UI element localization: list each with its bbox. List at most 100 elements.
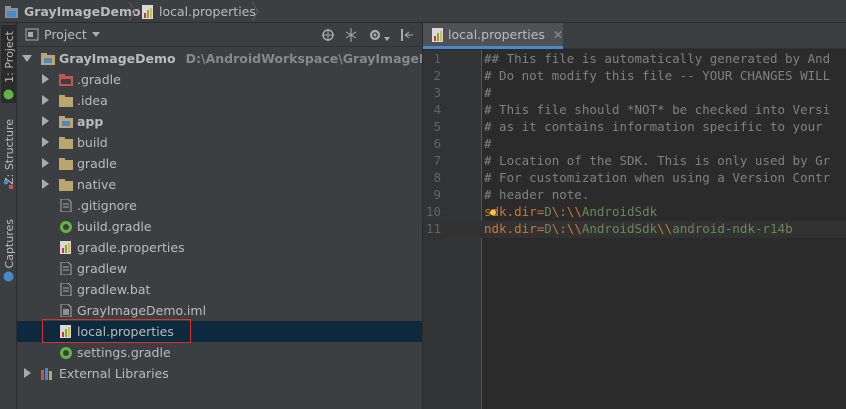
file-icon (60, 199, 72, 212)
tree-item[interactable]: settings.gradle (17, 342, 422, 363)
captures-icon (3, 271, 14, 282)
tree-item-label: build (77, 135, 108, 150)
annotation-highlight-box (42, 319, 191, 343)
line-number: 2 (433, 68, 441, 83)
tree-item[interactable]: .idea (17, 90, 422, 111)
tree-item[interactable]: build (17, 132, 422, 153)
view-selector-label: Project (44, 27, 87, 42)
breadcrumb-project[interactable]: GrayImageDemo (4, 3, 141, 20)
tab-captures[interactable]: Captures (1, 215, 16, 285)
tree-item-text: build (77, 135, 108, 150)
code-line[interactable]: 6 # (423, 136, 846, 153)
tree-item-text: External Libraries (59, 366, 169, 381)
tree-item-label: .gitignore (77, 198, 137, 213)
tree-item[interactable]: GrayImageDemo D:\AndroidWorkspace\GrayIma… (17, 48, 459, 69)
tree-item-path-hint: D:\AndroidWorkspace\GrayImageDemo (185, 51, 460, 66)
tree-item[interactable]: GrayImageDemo.iml (17, 300, 422, 321)
tab-captures-label: Captures (3, 219, 16, 269)
line-number: 1 (433, 51, 441, 66)
collapsed-arrow-icon[interactable] (42, 137, 49, 147)
line-number: 9 (433, 187, 441, 202)
code-token: # For customization when using a Version… (484, 170, 831, 185)
tree-item-text: .gradle (77, 72, 121, 87)
tree-item-label: native (77, 177, 116, 192)
tab-structure[interactable]: Z: Structure (1, 113, 16, 193)
tree-item-label: .idea (77, 93, 108, 108)
tree-item-text: settings.gradle (77, 345, 171, 360)
project-toolbar: Project (17, 23, 422, 47)
tree-item-label: settings.gradle (77, 345, 171, 360)
sync-scroll-icon[interactable] (321, 28, 335, 42)
code-token: D (544, 204, 552, 219)
line-number: 11 (425, 221, 441, 236)
collapsed-arrow-icon[interactable] (42, 74, 49, 84)
code-token: AndroidSdk (581, 204, 658, 219)
tree-item[interactable]: gradle (17, 153, 422, 174)
code-line[interactable]: 9 # header note. (423, 187, 846, 204)
gear-icon[interactable] (368, 28, 382, 42)
chevron-right-icon (128, 2, 136, 21)
close-icon[interactable]: ✕ (553, 28, 563, 42)
code-line[interactable]: 10 sdk.dir=D\:\\AndroidSdk (423, 204, 846, 221)
folder-icon (59, 137, 73, 149)
tab-project[interactable]: 1: Project (1, 25, 16, 103)
tree-item-label: app (77, 114, 103, 129)
code-token: # This file should *NOT* be checked into… (484, 102, 831, 117)
tree-item[interactable]: gradlew (17, 258, 422, 279)
code-line[interactable]: 5 # as it contains information specific t… (423, 119, 846, 136)
excluded-folder-icon (59, 74, 73, 86)
dropdown-arrow-icon[interactable] (383, 35, 393, 45)
collapsed-arrow-icon[interactable] (42, 95, 49, 105)
tree-item[interactable]: build.gradle (17, 216, 422, 237)
tree-item-text: .idea (77, 93, 108, 108)
view-selector[interactable]: Project (25, 27, 100, 42)
tree-item[interactable]: .gitignore (17, 195, 422, 216)
code-text: # Location of the SDK. This is only used… (484, 153, 830, 168)
line-number: 5 (433, 119, 441, 134)
tree-item[interactable]: gradle.properties (17, 237, 422, 258)
properties-file-icon (60, 241, 71, 254)
code-editor[interactable]: 1 ## This file is automatically generated… (423, 50, 846, 409)
tree-item[interactable]: app (17, 111, 422, 132)
collapsed-arrow-icon[interactable] (42, 179, 49, 189)
code-line[interactable]: 4 # This file should *NOT* be checked int… (423, 102, 846, 119)
file-icon (60, 283, 72, 296)
properties-file-icon (432, 27, 443, 42)
code-token: # header note. (484, 187, 590, 202)
tree-item[interactable]: native (17, 174, 422, 195)
breadcrumb-project-label: GrayImageDemo (24, 4, 141, 19)
tab-local-properties[interactable]: local.properties ✕ (423, 23, 563, 49)
code-line[interactable]: 1 ## This file is automatically generated… (423, 51, 846, 68)
collapsed-arrow-icon[interactable] (42, 116, 49, 126)
code-line[interactable]: 8 # For customization when using a Versio… (423, 170, 846, 187)
gradle-file-icon (60, 347, 72, 359)
lightbulb-icon[interactable]: ● (490, 204, 496, 221)
hide-panel-icon[interactable] (400, 28, 414, 42)
collapsed-arrow-icon[interactable] (42, 158, 49, 168)
breadcrumb-file-label: local.properties (159, 4, 256, 19)
code-token: # (484, 136, 492, 151)
code-line[interactable]: 11 ndk.dir=D\:\\AndroidSdk\\android-ndk-r… (423, 221, 846, 238)
tree-item-label: GrayImageDemo.iml (77, 303, 206, 318)
expanded-arrow-icon[interactable] (22, 55, 32, 62)
tree-item-text: gradle (77, 156, 117, 171)
code-text: # (484, 136, 492, 151)
file-icon (60, 262, 72, 275)
tree-item-text: GrayImageDemo (59, 51, 176, 66)
tree-item[interactable]: .gradle (17, 69, 422, 90)
line-number: 10 (425, 204, 441, 219)
folder-icon (59, 158, 73, 170)
collapsed-arrow-icon[interactable] (24, 368, 31, 378)
tree-item[interactable]: External Libraries (17, 363, 422, 384)
editor-tabs: local.properties ✕ (423, 23, 846, 49)
code-text: sdk.dir=D\:\\AndroidSdk (484, 204, 657, 219)
code-token: \\ (657, 221, 673, 236)
breadcrumb-file[interactable]: local.properties (141, 3, 256, 20)
code-line[interactable]: 3 # (423, 85, 846, 102)
code-token: \:\\ (551, 204, 582, 219)
code-text: ## This file is automatically generated … (484, 51, 830, 66)
code-line[interactable]: 7 # Location of the SDK. This is only use… (423, 153, 846, 170)
code-line[interactable]: 2 # Do not modify this file -- YOUR CHANG… (423, 68, 846, 85)
tree-item[interactable]: gradlew.bat (17, 279, 422, 300)
collapse-all-icon[interactable] (344, 28, 358, 42)
